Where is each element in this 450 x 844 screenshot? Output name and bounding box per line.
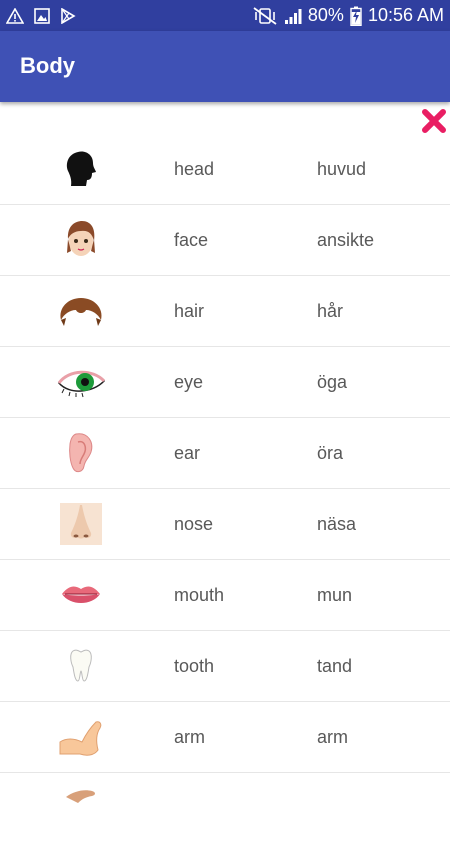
signal-icon (284, 8, 302, 24)
list-item[interactable]: ear öra (0, 418, 450, 489)
close-button[interactable] (420, 107, 448, 135)
head-silhouette-icon (66, 151, 96, 186)
ear-icon (69, 433, 93, 473)
list-item[interactable]: hair hår (0, 276, 450, 347)
swedish-word: ansikte (317, 230, 375, 250)
english-word: ear (174, 443, 201, 463)
face-icon (67, 221, 95, 256)
image-icon (34, 7, 50, 24)
english-word: nose (174, 514, 214, 534)
swedish-word: hår (317, 301, 344, 321)
list-item[interactable]: face ansikte (0, 205, 450, 276)
vibrate-mute-icon (253, 6, 277, 25)
battery-percent: 80% (307, 5, 344, 25)
swedish-word: arm (317, 727, 348, 747)
list-item[interactable]: mouth mun (0, 560, 450, 631)
swedish-word: näsa (317, 514, 357, 534)
swedish-word: öga (317, 372, 348, 392)
swedish-word: huvud (317, 159, 367, 179)
close-icon (422, 109, 446, 133)
list-item[interactable]: head huvud (0, 134, 450, 205)
list-item[interactable]: tooth tand (0, 631, 450, 702)
list-item[interactable]: eye öga (0, 347, 450, 418)
list-item[interactable]: nose näsa (0, 489, 450, 560)
arm-icon (59, 721, 102, 756)
swedish-word: mun (317, 585, 353, 605)
status-bar: 80% 10:56 AM (0, 0, 450, 31)
eye-icon (57, 370, 106, 398)
list-item[interactable] (0, 773, 450, 844)
swedish-word: öra (317, 443, 344, 463)
english-word: tooth (174, 656, 215, 676)
word-list: head huvud face ansikte hair hår eye öga… (0, 134, 450, 844)
battery-charging-icon (350, 6, 362, 26)
hair-icon (60, 298, 102, 326)
clock: 10:56 AM (367, 5, 444, 25)
english-word: hair (174, 301, 205, 321)
warning-icon (6, 7, 24, 24)
page-title: Body (20, 53, 75, 78)
english-word: face (174, 230, 209, 250)
english-word: eye (174, 372, 204, 392)
mouth-icon (62, 586, 100, 603)
swedish-word: tand (317, 656, 353, 676)
hand-icon (66, 790, 95, 803)
tooth-icon (70, 649, 92, 682)
list-item[interactable]: arm arm (0, 702, 450, 773)
play-store-icon (61, 7, 76, 24)
english-word: arm (174, 727, 205, 747)
notification-icons (6, 7, 76, 24)
english-word: head (174, 159, 215, 179)
system-icons: 80% 10:56 AM (252, 5, 444, 26)
english-word: mouth (174, 585, 225, 605)
nose-icon (60, 503, 102, 545)
app-bar: Body (0, 31, 450, 102)
